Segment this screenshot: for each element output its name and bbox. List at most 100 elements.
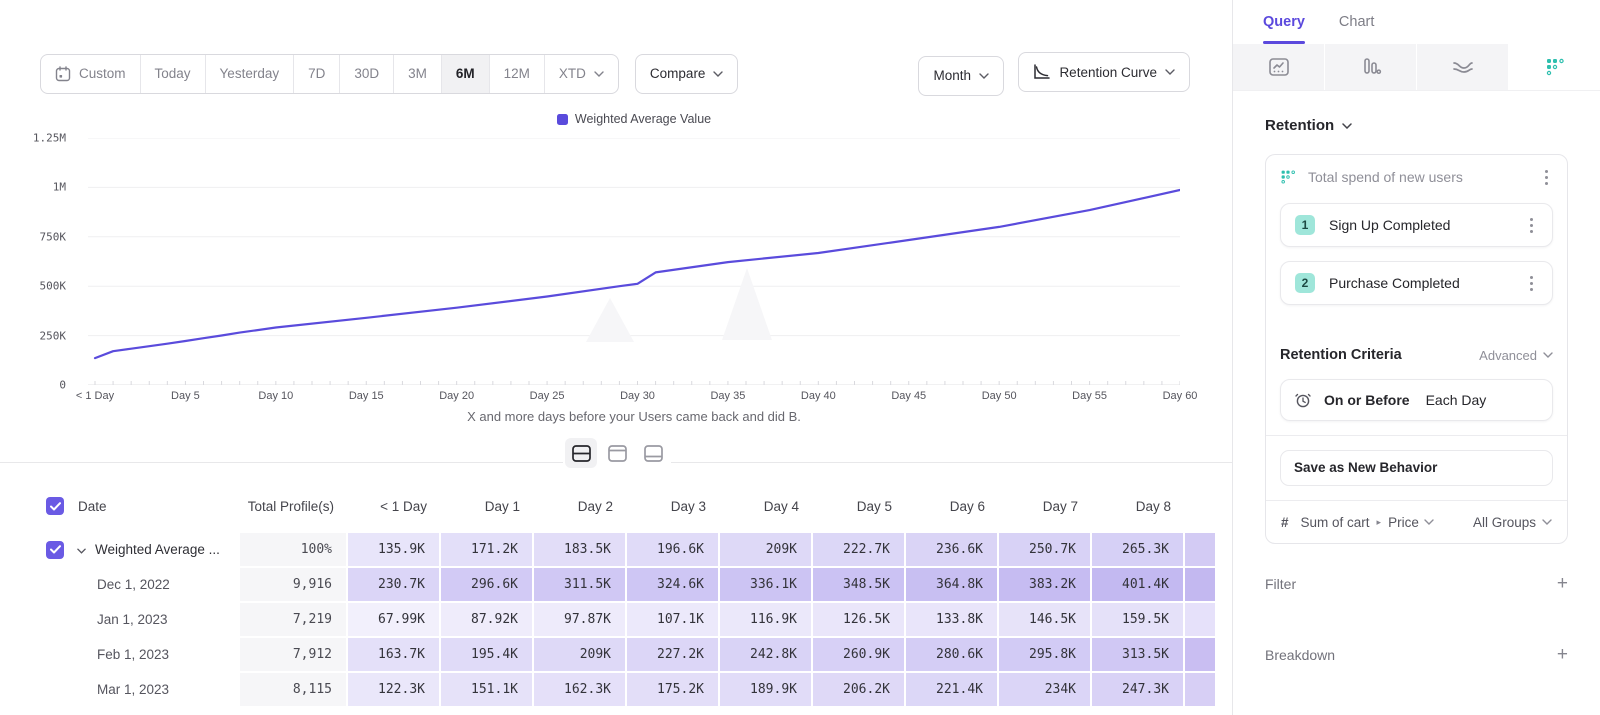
layout-chart-top-button[interactable] bbox=[601, 438, 633, 468]
column-header-day: Day 1 bbox=[441, 499, 534, 514]
retention-value-cell[interactable]: 260.9K bbox=[813, 638, 906, 671]
retention-value-cell[interactable]: 189.9K bbox=[720, 673, 813, 706]
retention-value-cell[interactable]: 175.2K bbox=[627, 673, 720, 706]
retention-value-cell[interactable]: 209K bbox=[720, 533, 813, 566]
row-checkbox[interactable] bbox=[46, 541, 64, 559]
behavior-step[interactable]: 2Purchase Completed bbox=[1280, 261, 1553, 305]
retention-value-cell[interactable]: 171.2K bbox=[441, 533, 534, 566]
retention-value-cell[interactable]: 401.4K bbox=[1092, 568, 1185, 601]
tab-chart[interactable]: Chart bbox=[1339, 14, 1374, 44]
retention-section-dropdown[interactable]: Retention bbox=[1265, 117, 1568, 134]
retention-value-cell[interactable]: 311.5K bbox=[534, 568, 627, 601]
retention-value-cell[interactable]: 107.1K bbox=[627, 603, 720, 636]
retention-value-cell[interactable]: 206.2K bbox=[813, 673, 906, 706]
retention-value-cell[interactable]: 146.5K bbox=[999, 603, 1092, 636]
retention-value-cell[interactable]: 236.6K bbox=[906, 533, 999, 566]
date-range-yesterday[interactable]: Yesterday bbox=[205, 55, 294, 93]
retention-value-cell[interactable]: 227.2K bbox=[627, 638, 720, 671]
retention-value-cell[interactable]: 221.4K bbox=[906, 673, 999, 706]
retention-value-cell[interactable]: 324.6K bbox=[627, 568, 720, 601]
date-range-7d[interactable]: 7D bbox=[293, 55, 339, 93]
save-as-new-behavior-button[interactable]: Save as New Behavior bbox=[1280, 450, 1553, 486]
retention-value-cell[interactable]: 183.5K bbox=[534, 533, 627, 566]
retention-value-cell[interactable]: 222.7K bbox=[813, 533, 906, 566]
retention-value-cell[interactable]: 296.6K bbox=[441, 568, 534, 601]
measure-row: # Sum of cart ▸ Price All Groups bbox=[1266, 501, 1567, 543]
retention-value-cell[interactable]: 163.7K bbox=[348, 638, 441, 671]
criteria-mode-label: Advanced bbox=[1479, 348, 1537, 363]
retention-condition-card[interactable]: On or Before Each Day bbox=[1280, 379, 1553, 421]
retention-value-cell[interactable]: 162.3K bbox=[534, 673, 627, 706]
chevron-down-icon[interactable] bbox=[77, 542, 86, 557]
date-range-xtd[interactable]: XTD bbox=[544, 55, 618, 93]
retention-value-cell[interactable]: 195.4K bbox=[441, 638, 534, 671]
table-row[interactable]: Weighted Average ...100%135.9K171.2K183.… bbox=[0, 533, 1232, 566]
retention-line-chart[interactable] bbox=[88, 138, 1180, 385]
retention-value-cell[interactable]: 87.92K bbox=[441, 603, 534, 636]
date-range-30d[interactable]: 30D bbox=[339, 55, 393, 93]
retention-value-cell[interactable]: 336.1K bbox=[720, 568, 813, 601]
retention-value-cell[interactable]: 230.7K bbox=[348, 568, 441, 601]
retention-value-cell[interactable]: 196.6K bbox=[627, 533, 720, 566]
number-property-icon: # bbox=[1281, 515, 1289, 530]
retention-value-cell[interactable]: 280.6K bbox=[906, 638, 999, 671]
kebab-menu-icon[interactable] bbox=[1539, 170, 1553, 185]
measure-property-dropdown[interactable]: Sum of cart ▸ Price bbox=[1301, 515, 1434, 530]
table-row[interactable]: Mar 1, 20238,115122.3K151.1K162.3K175.2K… bbox=[0, 673, 1232, 706]
retention-value-cell[interactable]: 348.5K bbox=[813, 568, 906, 601]
add-breakdown-button[interactable]: + bbox=[1557, 645, 1568, 664]
granularity-dropdown[interactable]: Month bbox=[918, 56, 1004, 96]
insights-view-button[interactable] bbox=[1233, 44, 1325, 90]
behavior-step[interactable]: 1Sign Up Completed bbox=[1280, 203, 1553, 247]
retention-view-button[interactable] bbox=[1509, 44, 1600, 90]
retention-value-cell[interactable]: 97.87K bbox=[534, 603, 627, 636]
funnels-view-button[interactable] bbox=[1325, 44, 1417, 90]
retention-value-cell[interactable]: 234K bbox=[999, 673, 1092, 706]
retention-value-cell[interactable]: 313.5K bbox=[1092, 638, 1185, 671]
retention-curve-icon bbox=[1033, 64, 1051, 80]
retention-value-cell[interactable]: 364.8K bbox=[906, 568, 999, 601]
report-type-switcher bbox=[1233, 44, 1600, 91]
kebab-menu-icon[interactable] bbox=[1524, 276, 1538, 291]
retention-value-cell[interactable]: 133.8K bbox=[906, 603, 999, 636]
table-row[interactable]: Feb 1, 20237,912163.7K195.4K209K227.2K24… bbox=[0, 638, 1232, 671]
kebab-menu-icon[interactable] bbox=[1524, 218, 1538, 233]
layout-table-bottom-button[interactable] bbox=[637, 438, 669, 468]
date-range-12m[interactable]: 12M bbox=[489, 55, 544, 93]
groups-dropdown[interactable]: All Groups bbox=[1473, 515, 1552, 530]
retention-value-cell[interactable]: 67.99K bbox=[348, 603, 441, 636]
compare-button[interactable]: Compare bbox=[635, 54, 739, 94]
retention-value-cell[interactable]: 209K bbox=[534, 638, 627, 671]
table-row[interactable]: Jan 1, 20237,21967.99K87.92K97.87K107.1K… bbox=[0, 603, 1232, 636]
column-header-day: Day 7 bbox=[999, 499, 1092, 514]
retention-value-cell[interactable]: 383.2K bbox=[999, 568, 1092, 601]
table-row[interactable]: Dec 1, 20229,916230.7K296.6K311.5K324.6K… bbox=[0, 568, 1232, 601]
tab-query[interactable]: Query bbox=[1263, 14, 1305, 44]
date-range-3m[interactable]: 3M bbox=[393, 55, 441, 93]
retention-value-cell[interactable]: 295.8K bbox=[999, 638, 1092, 671]
retention-value-cell[interactable]: 265.3K bbox=[1092, 533, 1185, 566]
date-range-custom[interactable]: Custom bbox=[41, 55, 140, 93]
retention-value-cell[interactable]: 151.1K bbox=[441, 673, 534, 706]
y-tick-label: 500K bbox=[40, 280, 67, 293]
y-tick-label: 250K bbox=[40, 329, 67, 342]
retention-value-cell[interactable]: 242.8K bbox=[720, 638, 813, 671]
retention-value-cell[interactable]: 122.3K bbox=[348, 673, 441, 706]
retention-value-cell[interactable]: 250.7K bbox=[999, 533, 1092, 566]
criteria-mode-dropdown[interactable]: Advanced bbox=[1479, 348, 1553, 363]
layout-split-view-button[interactable] bbox=[565, 438, 597, 468]
date-range-label: Today bbox=[155, 66, 191, 81]
retention-value-cell[interactable]: 126.5K bbox=[813, 603, 906, 636]
legend-swatch bbox=[557, 114, 568, 125]
add-filter-button[interactable]: + bbox=[1557, 574, 1568, 593]
chart-type-dropdown[interactable]: Retention Curve bbox=[1018, 52, 1190, 92]
select-all-checkbox[interactable] bbox=[46, 497, 64, 515]
retention-value-cell[interactable]: 135.9K bbox=[348, 533, 441, 566]
date-range-6m[interactable]: 6M bbox=[441, 55, 489, 93]
date-range-today[interactable]: Today bbox=[140, 55, 205, 93]
column-header-day: Day 6 bbox=[906, 499, 999, 514]
retention-value-cell[interactable]: 116.9K bbox=[720, 603, 813, 636]
retention-value-cell[interactable]: 247.3K bbox=[1092, 673, 1185, 706]
flows-view-button[interactable] bbox=[1417, 44, 1509, 90]
retention-value-cell[interactable]: 159.5K bbox=[1092, 603, 1185, 636]
